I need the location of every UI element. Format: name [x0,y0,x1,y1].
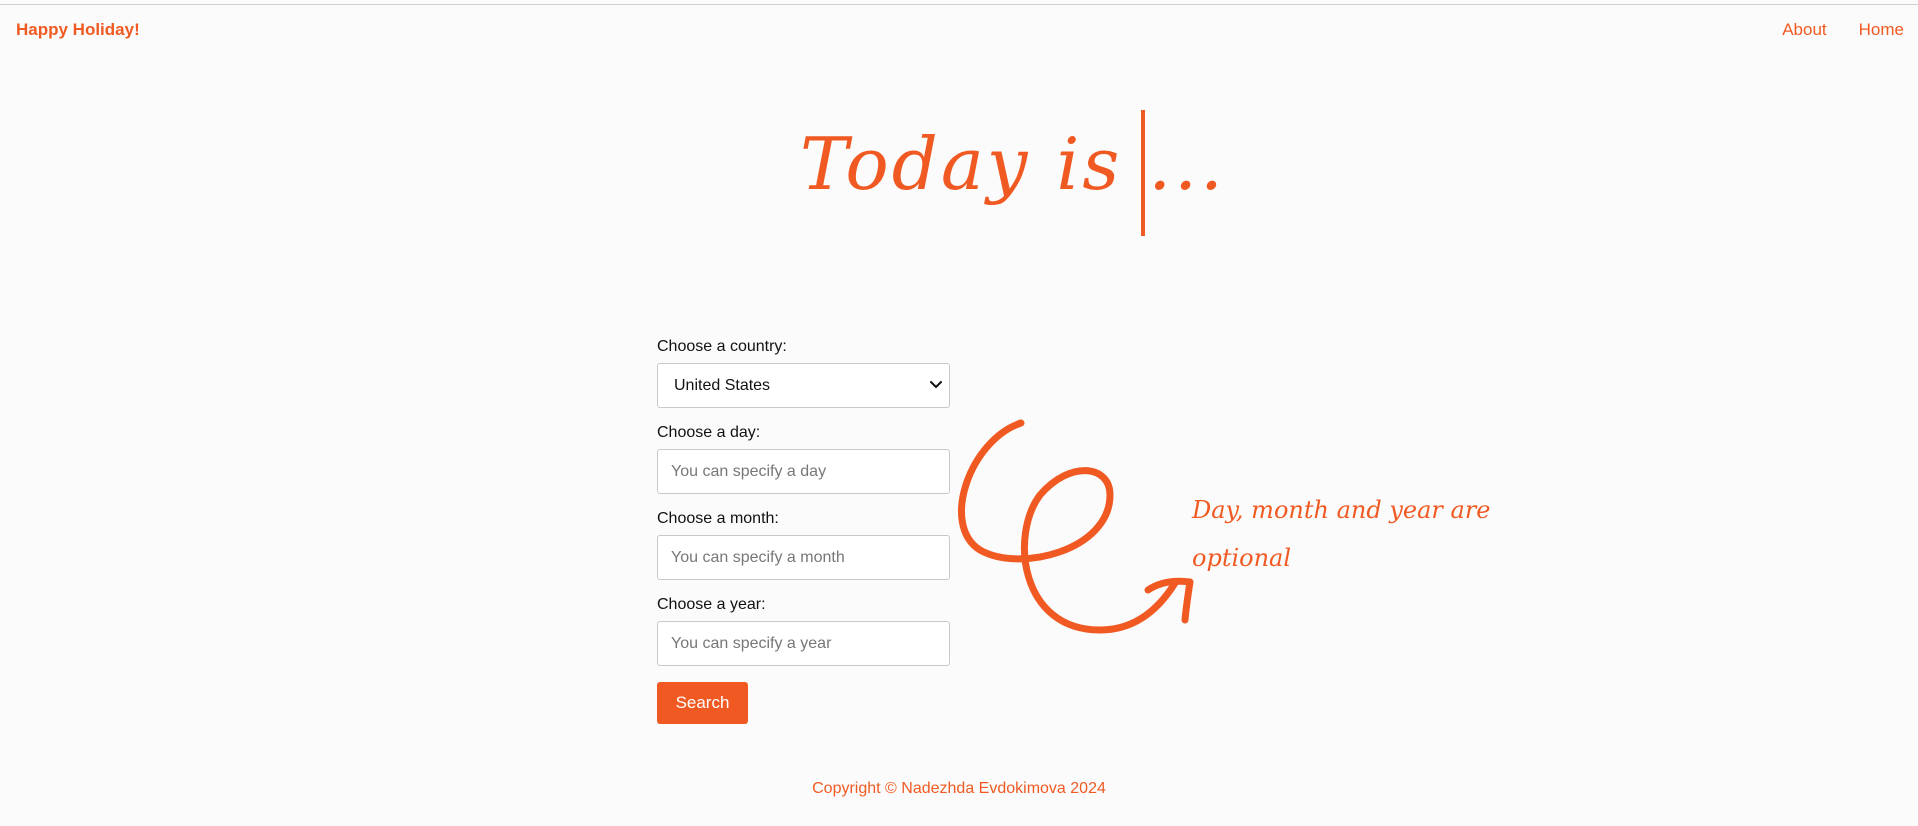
year-field: Choose a year: [657,596,950,666]
optional-note: Day, month and year are optional [1192,496,1491,572]
holiday-search-form: Choose a country: United States Choose a… [657,338,950,724]
country-field: Choose a country: United States [657,338,950,408]
nav-home-link[interactable]: Home [1859,20,1904,40]
country-select-value: United States [657,363,950,408]
nav-about-link[interactable]: About [1782,20,1826,40]
month-label: Choose a month: [657,510,779,527]
search-button[interactable]: Search [657,682,748,724]
day-label: Choose a day: [657,424,761,441]
country-label: Choose a country: [657,338,787,355]
country-select[interactable]: United States [657,363,950,408]
day-field: Choose a day: [657,424,950,494]
top-nav: About Home [1782,20,1904,40]
top-divider [0,4,1918,5]
footer-copyright: Copyright © Nadezhda Evdokimova 2024 [812,780,1106,797]
year-label: Choose a year: [657,596,766,613]
month-field: Choose a month: [657,510,950,580]
curly-arrow-icon [958,419,1194,634]
typing-cursor [1141,110,1145,236]
chevron-down-icon [930,381,942,388]
day-input[interactable] [657,449,950,494]
month-input[interactable] [657,535,950,580]
brand-link[interactable]: Happy Holiday! [16,20,140,40]
year-input[interactable] [657,621,950,666]
hero-title: Today is ... [800,122,1226,206]
